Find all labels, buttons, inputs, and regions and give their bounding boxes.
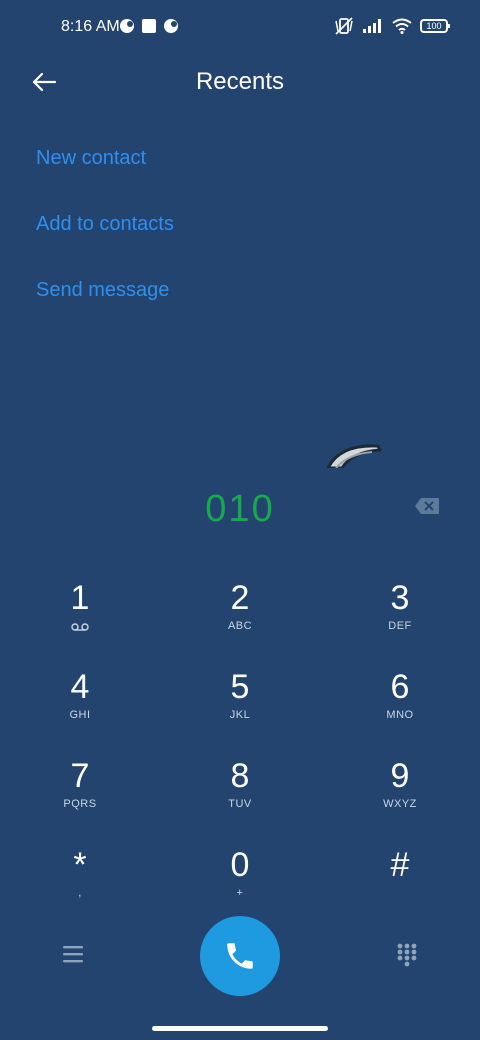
backspace-icon <box>415 498 439 514</box>
header: Recents <box>0 56 480 108</box>
status-bar: 8:16 AM 100 <box>0 0 480 56</box>
square-notification-icon <box>142 19 156 33</box>
keypad-row: 4 GHI 5 JKL 6 MNO <box>0 667 480 756</box>
key-letters: MNO <box>386 709 414 721</box>
key-letters: TUV <box>228 798 252 810</box>
app-notification-icon <box>120 19 134 33</box>
key-6[interactable]: 6 MNO <box>320 667 480 756</box>
key-7[interactable]: 7 PQRS <box>0 756 160 845</box>
bottom-bar <box>0 914 480 998</box>
key-4[interactable]: 4 GHI <box>0 667 160 756</box>
key-digit: 4 <box>70 668 90 706</box>
backspace-button[interactable] <box>414 497 440 515</box>
key-digit: 7 <box>70 757 90 795</box>
action-list: New contact Add to contacts Send message <box>36 142 174 340</box>
voicemail-icon <box>71 623 89 631</box>
dialpad-icon <box>397 943 417 967</box>
key-letters: ABC <box>227 620 253 632</box>
page-title: Recents <box>195 68 285 95</box>
key-digit: 0 <box>230 846 250 884</box>
key-digit: 5 <box>230 668 250 706</box>
send-message-link[interactable]: Send message <box>36 274 174 340</box>
status-time: 8:16 AM <box>61 18 120 35</box>
system-icons: 100 <box>334 17 450 35</box>
key-letters: PQRS <box>63 798 97 810</box>
wifi-icon <box>392 18 412 34</box>
key-9[interactable]: 9 WXYZ <box>320 756 480 845</box>
keypad: 1 2 ABC 3 DEF 4 GHI 5 JKL 6 MNO 7 PQRS 8… <box>0 578 480 934</box>
key-digit: 8 <box>230 757 250 795</box>
call-button[interactable] <box>200 916 280 996</box>
menu-icon <box>63 946 83 963</box>
new-contact-link[interactable]: New contact <box>36 142 174 208</box>
number-display: 010 <box>0 484 480 532</box>
key-digit: 6 <box>390 668 410 706</box>
key-letters: , <box>78 887 82 899</box>
key-digit: # <box>390 846 410 884</box>
home-indicator[interactable] <box>152 1026 328 1031</box>
key-digit: * <box>73 846 87 884</box>
signal-icon <box>363 19 381 33</box>
key-5[interactable]: 5 JKL <box>160 667 320 756</box>
dialed-number: 010 <box>205 488 275 530</box>
notification-icons <box>120 19 178 33</box>
phone-icon <box>227 943 253 969</box>
decorative-illustration <box>326 444 382 468</box>
dialpad-toggle-button[interactable] <box>396 942 418 968</box>
key-letters: + <box>236 887 244 899</box>
key-digit: 1 <box>70 579 90 617</box>
key-3[interactable]: 3 DEF <box>320 578 480 667</box>
key-letters: DEF <box>388 620 412 632</box>
app-notification-icon-2 <box>164 19 178 33</box>
key-digit: 2 <box>230 579 250 617</box>
key-letters: JKL <box>229 709 251 721</box>
add-to-contacts-link[interactable]: Add to contacts <box>36 208 174 274</box>
key-1[interactable]: 1 <box>0 578 160 667</box>
key-digit: 3 <box>390 579 410 617</box>
keypad-row: 1 2 ABC 3 DEF <box>0 578 480 667</box>
keypad-row: 7 PQRS 8 TUV 9 WXYZ <box>0 756 480 845</box>
menu-button[interactable] <box>62 944 84 964</box>
key-8[interactable]: 8 TUV <box>160 756 320 845</box>
battery-indicator: 100 <box>420 19 450 33</box>
key-2[interactable]: 2 ABC <box>160 578 320 667</box>
key-letters: WXYZ <box>383 798 417 810</box>
key-letters: GHI <box>69 709 91 721</box>
key-digit: 9 <box>390 757 410 795</box>
vibrate-off-icon <box>335 17 353 35</box>
